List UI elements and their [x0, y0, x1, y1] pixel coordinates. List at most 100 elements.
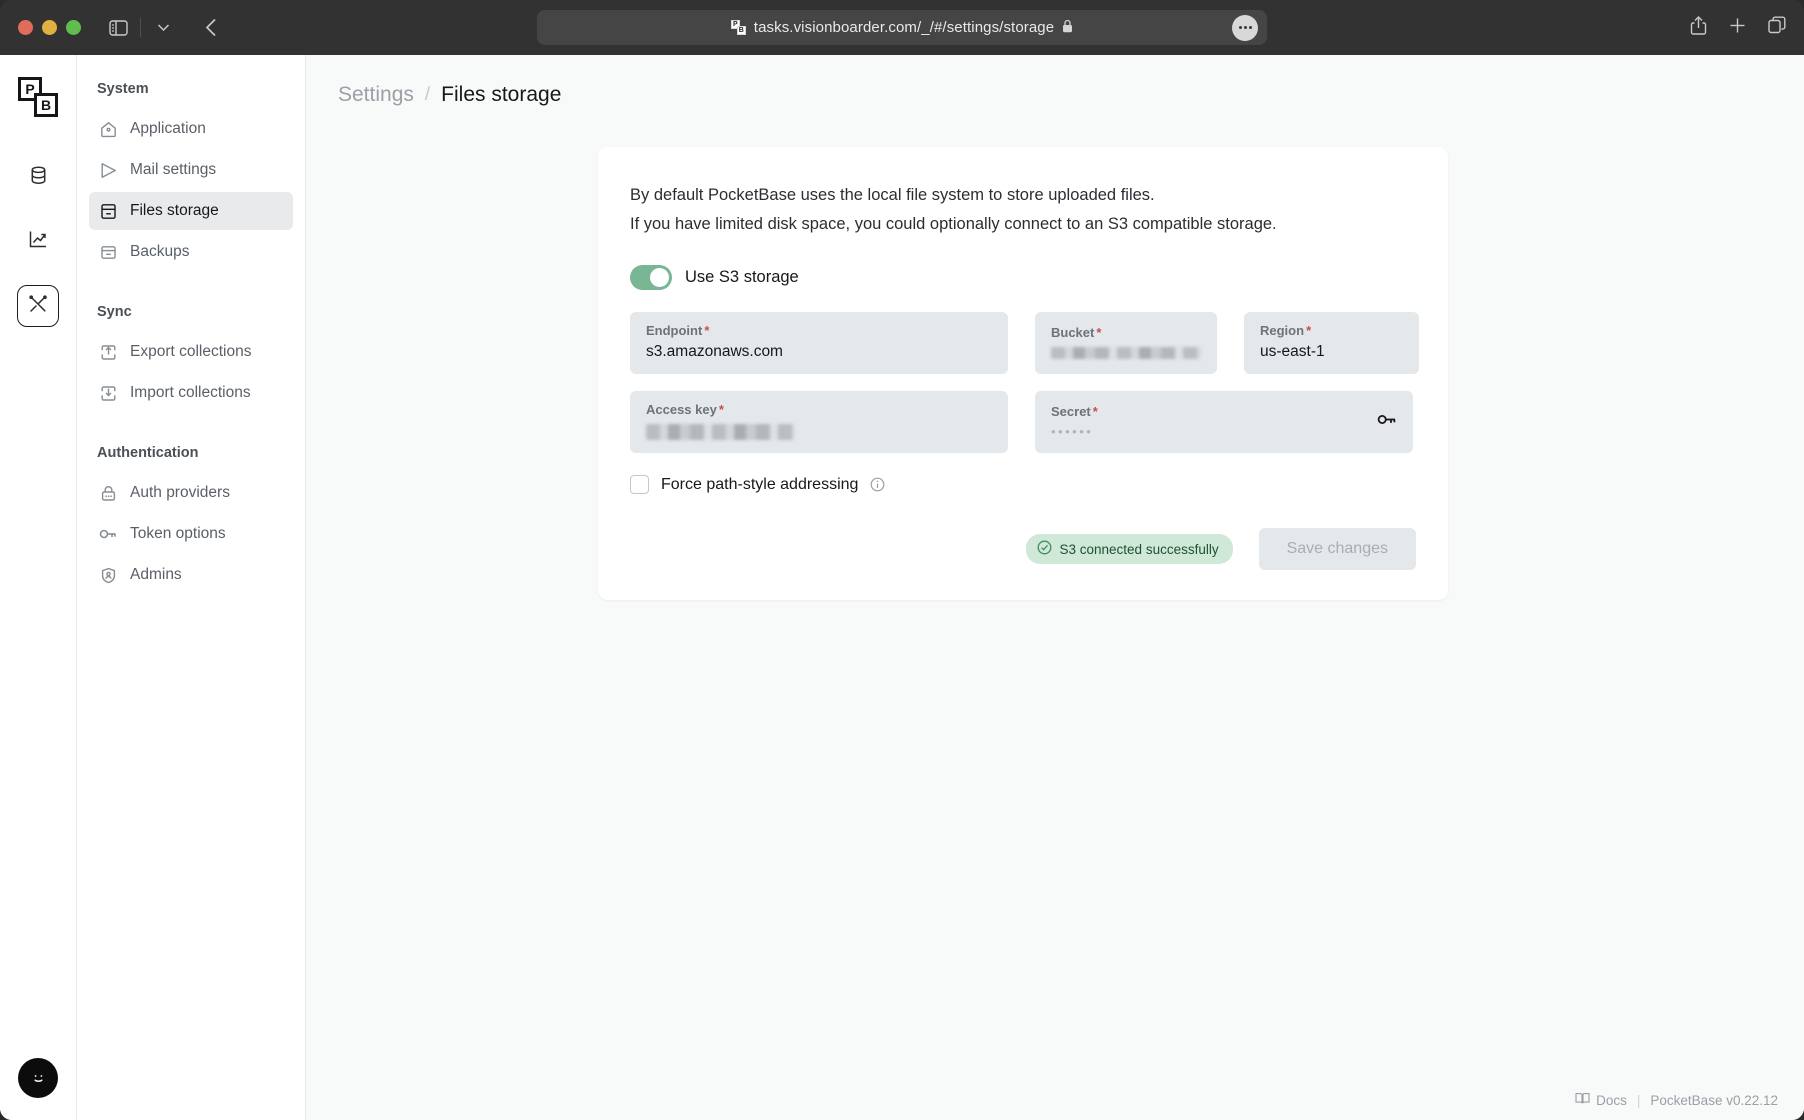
- sidebar-item-auth-providers[interactable]: Auth providers: [89, 474, 293, 512]
- window-traffic-lights: [18, 20, 81, 35]
- bucket-label: Bucket *: [1051, 325, 1201, 340]
- main-content: Settings / Files storage By default Pock…: [306, 55, 1804, 1120]
- sidebar-item-token-options[interactable]: Token options: [89, 515, 293, 553]
- address-bar-url: tasks.visionboarder.com/_/#/settings/sto…: [753, 19, 1055, 36]
- intro-text: By default PocketBase uses the local fil…: [630, 183, 1416, 237]
- use-s3-storage-label: Use S3 storage: [685, 268, 799, 287]
- tab-overview-icon[interactable]: [1768, 16, 1786, 39]
- address-bar[interactable]: PB tasks.visionboarder.com/_/#/settings/…: [537, 10, 1267, 45]
- endpoint-label-text: Endpoint: [646, 323, 703, 339]
- bucket-value-redacted: [1051, 347, 1201, 360]
- plus-icon[interactable]: [1729, 17, 1746, 39]
- force-path-style-checkbox[interactable]: [630, 475, 649, 495]
- bucket-field[interactable]: Bucket *: [1035, 312, 1217, 375]
- access-key-label-text: Access key: [646, 402, 717, 418]
- sidebar-item-label: Auth providers: [130, 484, 230, 501]
- field-row-2: Access key * Secret * ••••••: [630, 391, 1416, 454]
- sidebar-group-title-sync: Sync: [97, 304, 132, 320]
- rail-item-collections[interactable]: [17, 157, 59, 199]
- page-title: Files storage: [441, 83, 562, 106]
- icon-rail: PB: [0, 55, 77, 1120]
- pocketbase-favicon: PB: [730, 20, 746, 35]
- rail-item-settings[interactable]: [17, 285, 59, 327]
- toolbar-divider: [140, 18, 141, 37]
- lock-icon: [99, 484, 117, 502]
- access-key-label: Access key *: [646, 402, 992, 417]
- region-value: us-east-1: [1260, 343, 1325, 361]
- sidebar-item-label: Import collections: [130, 384, 251, 401]
- sidebar-item-label: Backups: [130, 243, 190, 260]
- sidebar-item-label: Token options: [130, 525, 226, 542]
- import-icon: [99, 384, 117, 402]
- pocketbase-logo[interactable]: PB: [18, 77, 58, 117]
- chevron-down-icon[interactable]: [148, 14, 178, 42]
- database-icon: [28, 165, 49, 191]
- version-label: PocketBase v0.22.12: [1650, 1092, 1778, 1108]
- address-bar-container: PB tasks.visionboarder.com/_/#/settings/…: [0, 10, 1804, 45]
- sidebar-item-backups[interactable]: Backups: [89, 233, 293, 271]
- maximize-window-button[interactable]: [66, 20, 81, 35]
- use-s3-storage-toggle[interactable]: [630, 265, 672, 291]
- key-icon: [99, 525, 117, 543]
- secret-label: Secret *: [1051, 404, 1397, 419]
- required-asterisk: *: [718, 402, 724, 418]
- required-asterisk: *: [1092, 403, 1098, 419]
- settings-sidebar: System Application Mail settings Files s…: [77, 55, 306, 1120]
- export-icon: [99, 343, 117, 361]
- endpoint-label: Endpoint *: [646, 323, 992, 338]
- intro-line-2: If you have limited disk space, you coul…: [630, 214, 1277, 233]
- footer-separator: |: [1636, 1092, 1641, 1108]
- key-icon[interactable]: [1377, 413, 1397, 432]
- sidebar-item-import-collections[interactable]: Import collections: [89, 374, 293, 412]
- admin-avatar[interactable]: [18, 1058, 58, 1098]
- sidebar-item-export-collections[interactable]: Export collections: [89, 333, 293, 371]
- book-icon: [1575, 1092, 1590, 1108]
- send-icon: [99, 161, 117, 179]
- sidebar-item-mail-settings[interactable]: Mail settings: [89, 151, 293, 189]
- sidebar-item-files-storage[interactable]: Files storage: [89, 192, 293, 230]
- home-icon: [99, 120, 117, 138]
- card-actions: S3 connected successfully Save changes: [630, 528, 1416, 571]
- close-window-button[interactable]: [18, 20, 33, 35]
- sidebar-item-application[interactable]: Application: [89, 110, 293, 148]
- sidebar-item-label: Admins: [130, 566, 182, 583]
- required-asterisk: *: [1096, 325, 1102, 341]
- sidebar-item-label: Mail settings: [130, 161, 217, 178]
- endpoint-field[interactable]: Endpoint * s3.amazonaws.com: [630, 312, 1008, 375]
- backup-icon: [99, 243, 117, 261]
- region-field[interactable]: Region * us-east-1: [1244, 312, 1419, 375]
- field-row-1: Endpoint * s3.amazonaws.com Bucket * Reg…: [630, 312, 1419, 375]
- s3-fields: Endpoint * s3.amazonaws.com Bucket * Reg…: [630, 312, 1419, 454]
- minimize-window-button[interactable]: [42, 20, 57, 35]
- use-s3-storage-row: Use S3 storage: [630, 265, 1416, 291]
- lock-icon: [1062, 19, 1073, 37]
- required-asterisk: *: [704, 323, 710, 339]
- region-label-text: Region: [1260, 323, 1305, 339]
- sidebar-toggle-icon[interactable]: [103, 14, 133, 42]
- browser-right-tools: [1690, 15, 1786, 40]
- save-button[interactable]: Save changes: [1258, 528, 1416, 571]
- sidebar-item-admins[interactable]: Admins: [89, 556, 293, 594]
- back-arrow-icon[interactable]: [196, 14, 226, 42]
- app-viewport: PB System Application Mail settings File…: [0, 55, 1804, 1120]
- access-key-field[interactable]: Access key *: [630, 391, 1008, 454]
- intro-line-1: By default PocketBase uses the local fil…: [630, 186, 1155, 204]
- more-options-icon[interactable]: [1232, 14, 1258, 41]
- breadcrumb-separator: /: [424, 84, 431, 105]
- docs-label: Docs: [1596, 1092, 1627, 1108]
- access-key-value-redacted: [646, 424, 794, 441]
- breadcrumb-settings[interactable]: Settings: [338, 83, 414, 107]
- app-footer: Docs | PocketBase v0.22.12: [1575, 1092, 1778, 1108]
- chart-line-icon: [28, 229, 49, 255]
- breadcrumb: Settings / Files storage: [306, 55, 1804, 107]
- rail-item-logs[interactable]: [17, 221, 59, 263]
- secret-field[interactable]: Secret * ••••••: [1035, 391, 1413, 454]
- share-icon[interactable]: [1690, 15, 1707, 40]
- docs-link[interactable]: Docs: [1575, 1092, 1627, 1108]
- files-storage-card: By default PocketBase uses the local fil…: [598, 147, 1448, 601]
- bucket-label-text: Bucket: [1051, 325, 1095, 341]
- force-path-style-label: Force path-style addressing: [661, 475, 859, 493]
- shield-user-icon: [99, 566, 117, 584]
- secret-value: ••••••: [1051, 423, 1094, 439]
- info-icon[interactable]: [870, 477, 885, 492]
